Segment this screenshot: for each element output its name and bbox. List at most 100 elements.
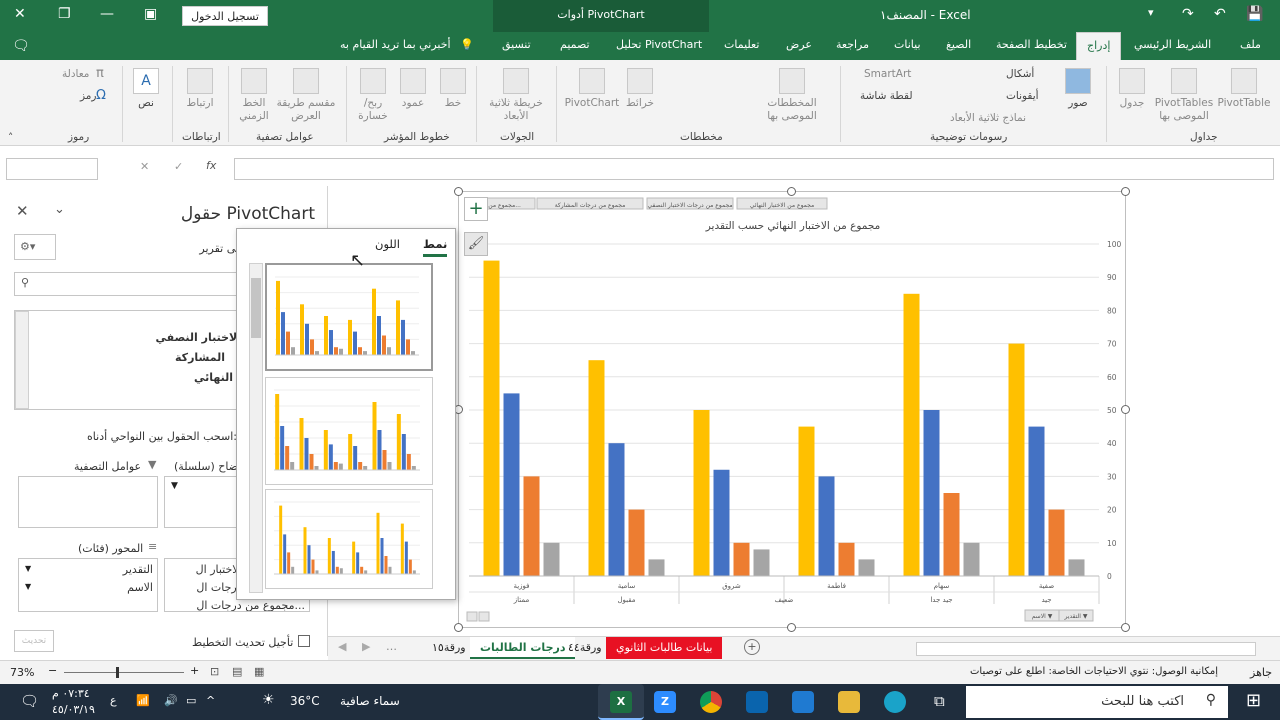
chart-styles-brush-icon[interactable]: 🖌 bbox=[464, 232, 488, 256]
pivot-chart[interactable]: مجموع من الاختبار النهائي مجموع من درجات … bbox=[458, 191, 1126, 628]
add-sheet-icon[interactable]: + bbox=[744, 639, 760, 655]
fx-icon[interactable]: fx bbox=[206, 159, 216, 172]
maps-button[interactable]: خرائط bbox=[620, 68, 660, 110]
name-box[interactable] bbox=[6, 158, 98, 180]
close-pane-icon[interactable]: ✕ bbox=[16, 202, 29, 220]
tab-analyze[interactable]: تحليل PivotChart bbox=[616, 38, 702, 51]
accessibility-status[interactable]: إمكانية الوصول: نتوي الاحتياجات الخاصة: … bbox=[970, 666, 1218, 677]
clock-time[interactable]: ٠٧:٣٤ م bbox=[52, 687, 90, 700]
field-item[interactable]: المشاركة bbox=[175, 351, 225, 364]
excel-taskbar-app[interactable]: X bbox=[598, 684, 644, 720]
zoom-app-icon[interactable]: Z bbox=[654, 691, 676, 713]
save-icon[interactable]: 💾 bbox=[1246, 6, 1263, 22]
resize-handle[interactable] bbox=[1121, 623, 1130, 632]
enter-icon[interactable]: ✓ bbox=[174, 160, 183, 173]
shapes-button[interactable]: أشكال bbox=[1006, 68, 1034, 80]
volume-icon[interactable]: 🔊 bbox=[164, 694, 178, 707]
normal-view-icon[interactable]: ▦ bbox=[254, 665, 264, 678]
tray-chevron-icon[interactable]: ^ bbox=[206, 694, 215, 707]
tab-page-layout[interactable]: تخطيط الصفحة bbox=[996, 38, 1067, 51]
zoom-thumb[interactable] bbox=[116, 667, 119, 678]
zoom-level[interactable]: 73% bbox=[10, 666, 34, 679]
scroll-right-icon[interactable]: ▶ bbox=[362, 640, 370, 653]
customize-qat-icon[interactable]: ▾ bbox=[1148, 6, 1154, 19]
dropdown-icon[interactable]: ▼ bbox=[25, 564, 31, 573]
styles-scrollbar[interactable] bbox=[249, 263, 263, 593]
chrome-icon[interactable] bbox=[700, 691, 722, 713]
sparkline-winloss-button[interactable]: ربح/ خسارة bbox=[354, 68, 392, 123]
screenshot-button[interactable]: لقطة شاشة bbox=[860, 90, 913, 102]
3d-map-button[interactable]: خريطة ثلاثية الأبعاد bbox=[484, 68, 548, 123]
zoom-in-icon[interactable]: + bbox=[190, 664, 199, 677]
tab-formulas[interactable]: الصيغ bbox=[946, 38, 971, 51]
equation-button[interactable]: معادلة bbox=[62, 68, 89, 80]
tab-review[interactable]: مراجعة bbox=[836, 38, 869, 51]
table-button[interactable]: جدول bbox=[1112, 68, 1152, 110]
tab-file[interactable]: ملف bbox=[1240, 38, 1261, 51]
chart-elements-plus-icon[interactable]: + bbox=[464, 197, 488, 221]
chart-style-thumbnail[interactable] bbox=[265, 263, 433, 371]
chart-style-thumbnail[interactable] bbox=[265, 489, 433, 589]
tab-style[interactable]: نمط bbox=[423, 237, 448, 257]
recommended-charts-button[interactable]: المخططات الموصى بها bbox=[762, 68, 822, 123]
tab-format[interactable]: تنسيق bbox=[502, 38, 531, 51]
defer-update-checkbox[interactable] bbox=[298, 635, 310, 647]
tab-help[interactable]: تعليمات bbox=[724, 38, 759, 51]
mail-icon[interactable] bbox=[746, 691, 768, 713]
resize-handle[interactable] bbox=[454, 187, 463, 196]
tab-design[interactable]: تصميم bbox=[560, 38, 590, 51]
sparkline-column-button[interactable]: عمود bbox=[396, 68, 430, 110]
tab-insert[interactable]: إدراج bbox=[1076, 32, 1122, 60]
horizontal-scrollbar[interactable] bbox=[916, 642, 1256, 656]
notifications-icon[interactable]: 🗨 bbox=[20, 692, 39, 710]
dropdown-icon[interactable]: ▼ bbox=[25, 582, 31, 591]
more-sheets-icon[interactable]: … bbox=[386, 640, 397, 653]
pivotchart-button[interactable]: PivotChart bbox=[562, 68, 622, 110]
close-icon[interactable]: ✕ bbox=[14, 6, 26, 22]
comments-icon[interactable]: 🗨 bbox=[12, 38, 30, 54]
resize-handle[interactable] bbox=[1121, 405, 1130, 414]
value-field-item[interactable]: مجموع من درجات ال... bbox=[196, 599, 305, 611]
cancel-icon[interactable]: ✕ bbox=[140, 160, 149, 173]
filters-drop-area[interactable] bbox=[18, 476, 158, 528]
pivottable-button[interactable]: PivotTable bbox=[1214, 68, 1274, 110]
weather-temp[interactable]: 36°C bbox=[290, 694, 320, 708]
smartart-button[interactable]: SmartArt bbox=[864, 68, 911, 80]
timeline-button[interactable]: الخط الزمني bbox=[232, 68, 276, 123]
field-list-scrollbar[interactable] bbox=[15, 311, 29, 409]
formula-input[interactable] bbox=[234, 158, 1274, 180]
resize-handle[interactable] bbox=[787, 623, 796, 632]
axis-field-item[interactable]: الاسم bbox=[127, 581, 153, 594]
zoom-slider[interactable] bbox=[64, 672, 184, 673]
axis-field-item[interactable]: التقدير bbox=[123, 563, 153, 576]
collapse-ribbon-icon[interactable]: ˄ bbox=[8, 132, 13, 144]
tab-data[interactable]: بيانات bbox=[894, 38, 921, 51]
pictures-button[interactable]: صور bbox=[1058, 68, 1098, 110]
edge-icon[interactable] bbox=[884, 691, 906, 713]
wifi-icon[interactable]: 📶 bbox=[136, 694, 150, 707]
battery-icon[interactable]: ▭ bbox=[186, 694, 196, 707]
scrollbar-thumb[interactable] bbox=[251, 278, 261, 338]
resize-handle[interactable] bbox=[1121, 187, 1130, 196]
text-button[interactable]: A نص bbox=[128, 68, 164, 110]
file-explorer-icon[interactable] bbox=[838, 691, 860, 713]
tools-gear-button[interactable]: ⚙▾ bbox=[14, 234, 56, 260]
undo-icon[interactable]: ↶ bbox=[1214, 6, 1226, 22]
icons-button[interactable]: أيقونات bbox=[1006, 90, 1039, 102]
language-indicator[interactable]: ع bbox=[110, 694, 117, 707]
sparkline-line-button[interactable]: خط bbox=[436, 68, 470, 110]
minimize-icon[interactable]: — bbox=[100, 6, 114, 22]
page-break-view-icon[interactable]: ⊡ bbox=[210, 665, 219, 678]
symbol-button[interactable]: رمز bbox=[80, 90, 97, 102]
dropdown-icon[interactable]: ▼ bbox=[171, 481, 178, 491]
page-layout-view-icon[interactable]: ▤ bbox=[232, 665, 242, 678]
ribbon-display-icon[interactable]: ▣ bbox=[144, 6, 157, 22]
3d-models-button[interactable]: نماذج ثلاثية الأبعاد bbox=[950, 112, 1026, 124]
pane-options-chevron-icon[interactable]: ⌄ bbox=[54, 202, 65, 217]
tab-color[interactable]: اللون bbox=[375, 237, 400, 251]
taskbar-search[interactable]: اكتب هنا للبحث ⚲ bbox=[966, 686, 1228, 718]
tab-view[interactable]: عرض bbox=[786, 38, 812, 51]
restore-icon[interactable]: ❐ bbox=[58, 6, 71, 22]
chart-style-thumbnail[interactable] bbox=[265, 377, 433, 485]
redo-icon[interactable]: ↷ bbox=[1182, 6, 1194, 22]
